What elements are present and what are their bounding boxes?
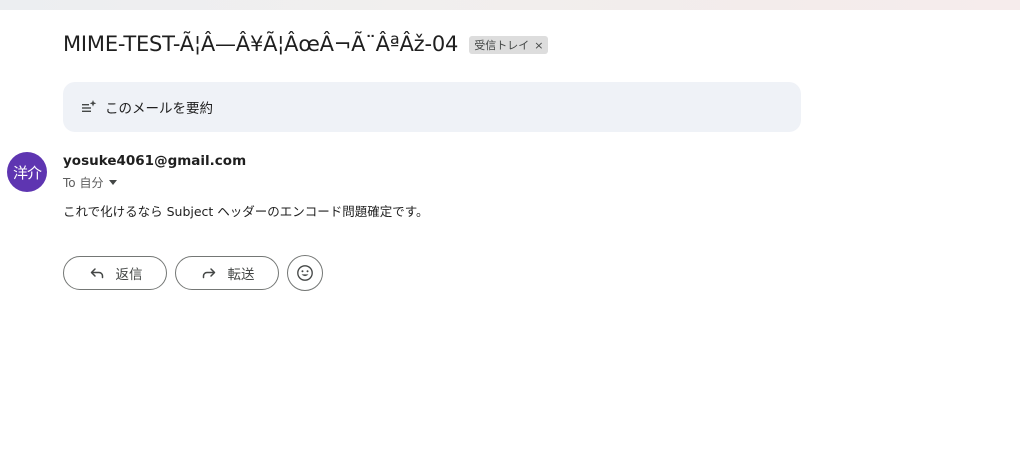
summarize-label: このメールを要約 [105, 101, 213, 117]
sender-avatar[interactable]: 洋介 [7, 152, 47, 192]
reply-label: 返信 [115, 267, 143, 283]
smiley-icon [296, 264, 314, 282]
inbox-label-text: 受信トレイ [474, 39, 530, 52]
email-body: これで化けるなら Subject ヘッダーのエンコード問題確定です。 [63, 204, 429, 219]
forward-arrow-icon [200, 264, 218, 282]
forward-button[interactable]: 転送 [175, 256, 279, 290]
subject-row: MIME-TEST-Ã¦Â—Â¥Ã¦ÂœÂ¬Ã¨ÂªÂž-04 受信トレイ × [63, 28, 549, 60]
summarize-sparkle-icon [81, 99, 97, 115]
emoji-reaction-button[interactable] [287, 255, 323, 291]
chevron-down-icon [109, 180, 118, 185]
recipient-text: To 自分 [63, 176, 104, 190]
email-subject: MIME-TEST-Ã¦Â—Â¥Ã¦ÂœÂ¬Ã¨ÂªÂž-04 [63, 32, 459, 56]
avatar-initials: 洋介 [12, 163, 42, 182]
reply-arrow-icon [88, 264, 106, 282]
sender-email[interactable]: yosuke4061@gmail.com [63, 153, 246, 169]
top-banner-strip [0, 0, 1020, 10]
reply-button[interactable]: 返信 [63, 256, 167, 290]
recipient-details-toggle[interactable]: To 自分 [63, 174, 118, 191]
forward-label: 転送 [227, 267, 255, 283]
remove-label-button[interactable]: × [534, 39, 543, 52]
inbox-label-chip[interactable]: 受信トレイ × [469, 36, 549, 54]
summarize-email-button[interactable]: このメールを要約 [63, 82, 801, 132]
